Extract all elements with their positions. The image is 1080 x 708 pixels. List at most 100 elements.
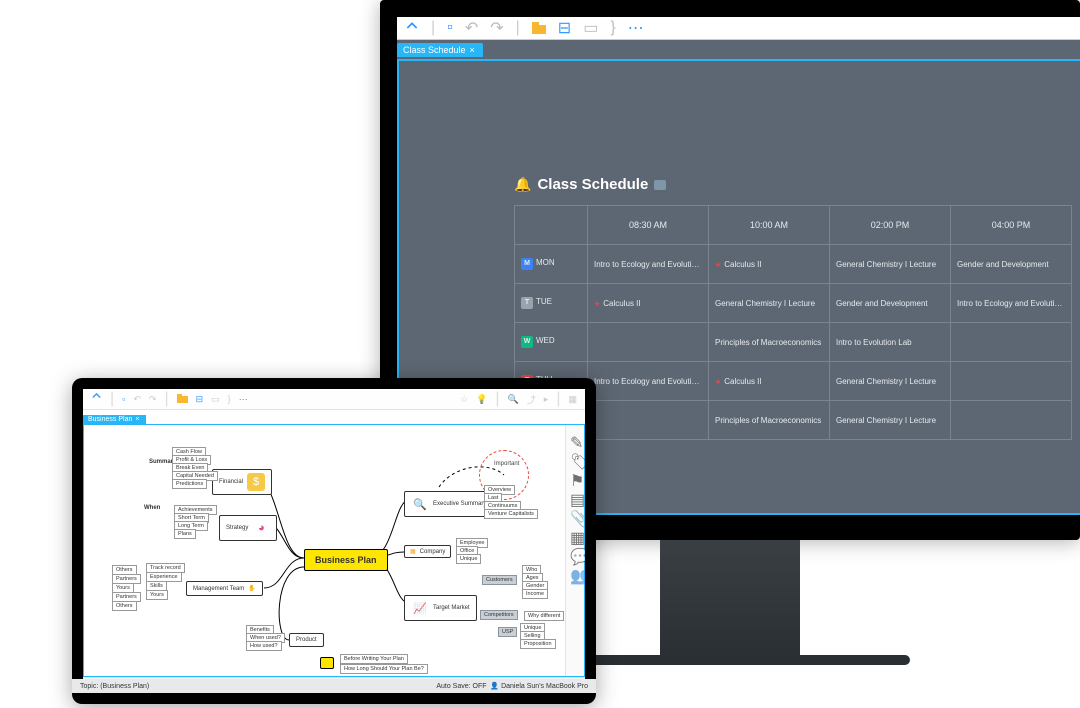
folder-icon[interactable] xyxy=(177,390,188,408)
footer-right: Auto Save: OFF 👤 Daniela Sun's MacBook P… xyxy=(436,682,588,690)
layout-icon[interactable]: ▭ xyxy=(211,394,220,405)
node-product[interactable]: Product xyxy=(289,633,324,647)
node-label: Target Market xyxy=(433,605,470,611)
tab-class-schedule[interactable]: Class Schedule× xyxy=(397,43,483,57)
child-node[interactable]: Venture Capitalists xyxy=(484,509,538,519)
node-label: Product xyxy=(296,637,317,643)
child-node[interactable]: How used? xyxy=(246,641,282,651)
star-icon[interactable]: ☆ xyxy=(460,394,468,405)
share-icon[interactable]: ⤴ xyxy=(527,393,536,406)
divider-icon: | xyxy=(431,19,435,37)
sub-node[interactable]: Others xyxy=(112,601,137,611)
schedule-title-row: 🔔 Class Schedule xyxy=(514,176,1080,193)
node-management[interactable]: Management Team✋ xyxy=(186,581,263,596)
class-cell[interactable]: General Chemistry I Lecture xyxy=(830,245,951,284)
child-node[interactable]: Income xyxy=(522,589,548,599)
layout-icon[interactable]: ▭ xyxy=(583,18,598,38)
class-cell[interactable]: Intro to Ecology and Evolution Lecture xyxy=(951,284,1072,323)
tab-label: Business Plan xyxy=(88,416,132,423)
class-cell[interactable]: General Chemistry I Lecture xyxy=(709,284,830,323)
divider-icon: | xyxy=(516,19,520,37)
money-icon: $ xyxy=(247,473,265,491)
schedule-title: Class Schedule xyxy=(537,176,648,193)
monitor-stand xyxy=(660,540,800,660)
node-exec-summary[interactable]: 🔍Executive Summary xyxy=(404,491,493,517)
node-financial[interactable]: Financial$ xyxy=(212,469,272,495)
logo-icon xyxy=(405,21,419,35)
class-cell[interactable]: General Chemistry I Lecture xyxy=(830,362,951,401)
child-node[interactable]: Predictions xyxy=(172,479,207,489)
class-cell[interactable]: ★Calculus II xyxy=(588,284,709,323)
laptop: | ▫ ↶ ↷ | ⊟ ▭ } ⋯ ☆ 💡 | 🔍 ⤴ ▸ | ▦ Busine… xyxy=(72,378,596,704)
map-icon[interactable]: ⊟ xyxy=(196,394,204,405)
braces-icon[interactable]: } xyxy=(228,394,231,404)
root-node[interactable]: Business Plan xyxy=(304,549,388,571)
class-cell[interactable]: Gender and Development xyxy=(830,284,951,323)
child-node[interactable]: Proposition xyxy=(520,639,556,649)
braces-icon[interactable]: } xyxy=(610,19,615,37)
child-node[interactable]: Yours xyxy=(146,590,168,600)
laptop-toolbar: | ▫ ↶ ↷ | ⊟ ▭ } ⋯ ☆ 💡 | 🔍 ⤴ ▸ | ▦ xyxy=(83,389,585,410)
more-icon[interactable]: ⋯ xyxy=(239,394,248,405)
grid-icon[interactable]: ▦ xyxy=(568,394,577,405)
attr-usp[interactable]: USP xyxy=(498,627,517,637)
footer-note[interactable]: Before Writing Your Plan xyxy=(340,654,408,664)
user-label: Daniela Sun's MacBook Pro xyxy=(501,683,588,690)
class-cell[interactable]: Intro to Evolution Lab xyxy=(830,323,951,362)
child-node[interactable]: Unique xyxy=(456,554,481,564)
class-cell[interactable]: General Chemistry I Lecture xyxy=(830,401,951,440)
office-icon: ▦ xyxy=(410,548,416,555)
class-cell[interactable]: ★Calculus II xyxy=(709,245,830,284)
class-cell[interactable] xyxy=(951,323,1072,362)
pie-icon: ◕ xyxy=(252,519,270,537)
search-icon[interactable]: 🔍 xyxy=(508,394,519,405)
time-header: 04:00 PM xyxy=(951,206,1072,245)
class-cell[interactable]: Principles of Macroeconomics xyxy=(709,323,830,362)
footer-icon xyxy=(320,657,334,669)
class-cell[interactable]: Intro to Ecology and Evolution Lecture xyxy=(588,245,709,284)
day-cell: WWED xyxy=(515,323,588,362)
class-cell[interactable] xyxy=(951,362,1072,401)
class-cell[interactable]: Gender and Development xyxy=(951,245,1072,284)
node-target-market[interactable]: 📈Target Market xyxy=(404,595,477,621)
star-icon: ★ xyxy=(715,262,721,269)
mindmap-canvas[interactable]: ✎ 🏷 ⚑ ▤ 📎 ▦ 💬 👥 Business Plan xyxy=(83,424,585,677)
save-icon[interactable]: ▫ xyxy=(122,394,125,404)
undo-icon[interactable]: ↶ xyxy=(465,18,478,38)
day-cell: TTUE xyxy=(515,284,588,323)
class-cell[interactable]: Principles of Macroeconomics xyxy=(709,401,830,440)
footer-note[interactable]: How Long Should Your Plan Be? xyxy=(340,664,428,674)
arrow-icon[interactable]: ▸ xyxy=(544,394,549,405)
class-cell[interactable] xyxy=(951,401,1072,440)
save-icon[interactable]: ▫ xyxy=(447,19,453,37)
note-icon xyxy=(654,180,666,190)
class-cell[interactable] xyxy=(588,401,709,440)
close-icon[interactable]: × xyxy=(135,416,139,423)
star-icon: ★ xyxy=(715,379,721,386)
node-strategy[interactable]: Strategy◕ xyxy=(219,515,277,541)
group-label: When xyxy=(144,505,160,511)
close-icon[interactable]: × xyxy=(470,45,475,55)
more-icon[interactable]: ⋯ xyxy=(628,18,644,38)
time-header: 02:00 PM xyxy=(830,206,951,245)
redo-icon[interactable]: ↷ xyxy=(149,394,157,405)
tab-bar: Class Schedule× xyxy=(397,40,1080,60)
attr-competitors[interactable]: Competitors xyxy=(480,610,518,620)
folder-icon[interactable] xyxy=(532,22,546,34)
class-cell[interactable]: Intro to Ecology and Evolution Lecture xyxy=(588,362,709,401)
root-label: Business Plan xyxy=(315,555,377,565)
schedule-widget: 🔔 Class Schedule 08:30 AM 10:00 AM 02:00… xyxy=(514,176,1080,440)
tab-business-plan[interactable]: Business Plan× xyxy=(83,415,146,424)
child-node[interactable]: Why different xyxy=(524,611,564,621)
node-label: Executive Summary xyxy=(433,501,486,507)
laptop-tab-bar: Business Plan× xyxy=(83,410,585,424)
map-icon[interactable]: ⊟ xyxy=(558,18,571,38)
attr-customers[interactable]: Customers xyxy=(482,575,517,585)
class-cell[interactable] xyxy=(588,323,709,362)
node-company[interactable]: ▦Company xyxy=(404,545,451,558)
child-node[interactable]: Plans xyxy=(174,529,196,539)
redo-icon[interactable]: ↷ xyxy=(490,18,503,38)
bulb-icon[interactable]: 💡 xyxy=(476,394,487,405)
class-cell[interactable]: ★Calculus II xyxy=(709,362,830,401)
undo-icon[interactable]: ↶ xyxy=(133,394,141,405)
